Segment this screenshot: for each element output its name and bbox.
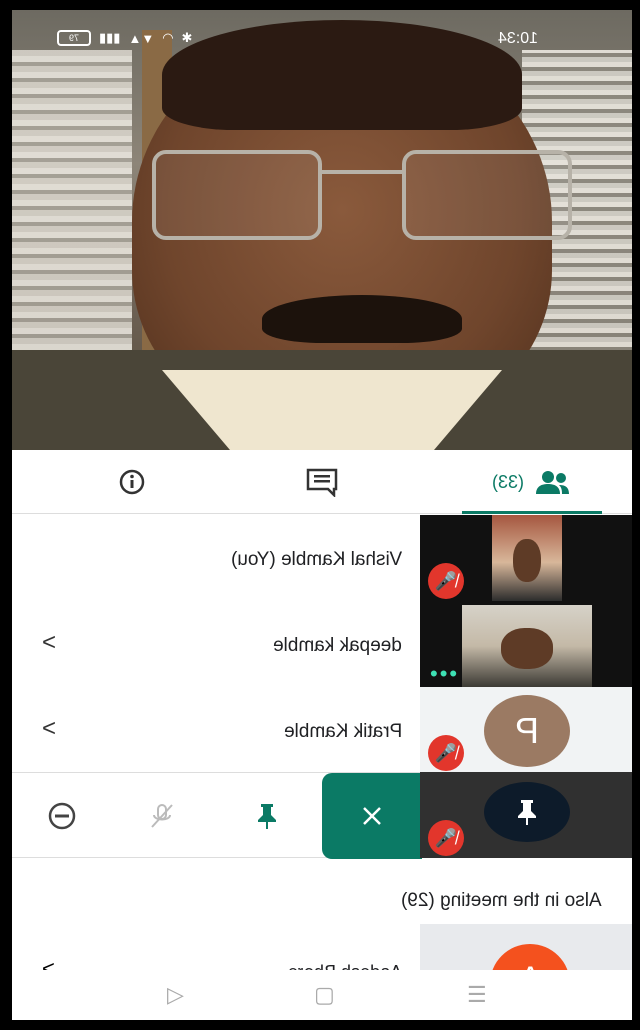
avatar: P [484,695,570,767]
remove-button[interactable] [32,773,92,859]
participant-name: Pratik Kamble [283,721,402,742]
close-icon [363,807,381,825]
mic-off-icon [151,804,173,828]
info-icon [119,469,145,495]
tab-underline [462,511,602,514]
participant-thumbnail [492,515,562,601]
close-button[interactable] [322,773,422,859]
chat-icon [306,468,338,497]
people-icon [536,471,569,494]
pin-button[interactable] [237,773,297,859]
tab-info[interactable] [92,450,172,514]
tab-chat[interactable] [282,450,362,514]
network-icon: ▲▼ [128,30,155,46]
chevron-icon[interactable]: < [42,629,56,657]
mic-off-icon: 🎤̸ [428,735,464,771]
tab-people[interactable]: (33) [452,450,612,514]
participant-thumbnail [462,605,592,687]
mic-off-icon: 🎤̸ [428,563,464,599]
remove-icon [48,802,76,830]
section-title: Also in the meeting (29) [401,890,602,911]
battery-icon: 79 [57,30,91,46]
participant-row[interactable]: Aadesh Bhore < A [12,924,632,974]
participant-name: deepak kamble [273,635,402,656]
recents-button[interactable]: ☰ [467,982,487,1008]
participant-row[interactable]: deepak kamble < ••• [12,601,632,687]
chevron-icon[interactable]: < [42,715,56,743]
participant-tile: 🎤̸ [420,772,632,858]
video-background [12,50,132,360]
app-frame: 10:34 79 ▮▮▮ ▲▼ ◠ ✱ (33) Vishal Kamble (… [12,10,632,1020]
main-video[interactable]: 10:34 79 ▮▮▮ ▲▼ ◠ ✱ [12,10,632,450]
mic-off-icon: 🎤̸ [428,820,464,856]
participant-mustache [262,295,462,343]
navigation-bar: ▷ ▢ ☰ [12,970,632,1020]
pin-icon [518,800,536,825]
people-count: (33) [491,471,524,492]
participant-tile: 🎤̸ [420,515,632,601]
participant-row[interactable]: Vishal Kamble (You) 🎤̸ [12,515,632,601]
participant-glasses [152,150,592,250]
status-time: 10:34 [498,30,539,47]
wifi-icon: ◠ [162,30,174,45]
home-button[interactable]: ▢ [314,982,335,1008]
bluetooth-icon: ✱ [181,30,193,45]
participant-actions [12,772,422,859]
mute-button[interactable] [132,773,192,859]
speaking-indicator: ••• [430,661,460,686]
back-button[interactable]: ▷ [167,982,184,1008]
pinned-avatar [484,782,570,842]
participant-name: Vishal Kamble (You) [230,549,402,570]
participant-tile: P 🎤̸ [420,687,632,773]
pin-icon [258,804,276,829]
tab-bar: (33) [12,450,632,514]
status-bar: 10:34 79 ▮▮▮ ▲▼ ◠ ✱ [12,10,632,68]
participant-tile: A [420,924,632,974]
signal-icon: ▮▮▮ [99,30,121,45]
participant-tile: ••• [420,601,632,687]
status-icons: 79 ▮▮▮ ▲▼ ◠ ✱ [57,30,192,46]
participant-row[interactable]: Pratik Kamble < P 🎤̸ [12,687,632,773]
